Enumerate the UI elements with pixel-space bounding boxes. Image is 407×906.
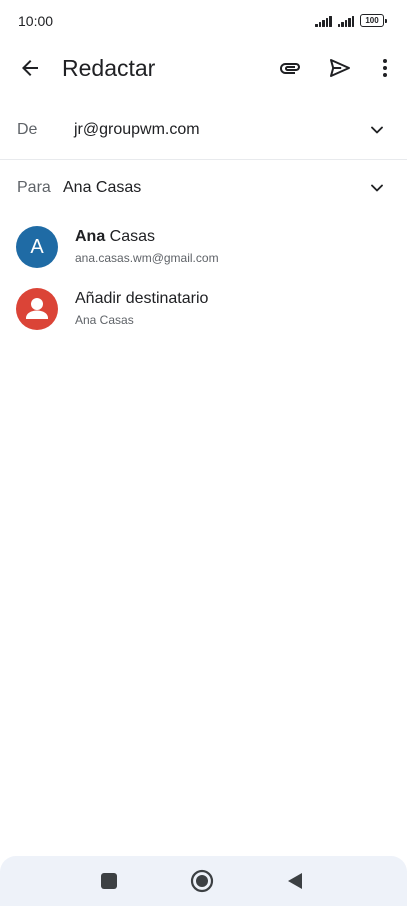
add-recipient-suggestion[interactable]: Añadir destinatario Ana Casas xyxy=(0,280,407,336)
page-title: Redactar xyxy=(62,55,156,81)
add-recipient-title: Añadir destinatario xyxy=(75,290,209,307)
more-vert-icon xyxy=(383,59,387,77)
send-icon xyxy=(330,59,350,77)
to-input[interactable]: Ana Casas xyxy=(63,179,141,197)
chevron-down-icon[interactable] xyxy=(367,120,387,140)
contact-email: ana.casas.wm@gmail.com xyxy=(75,251,219,265)
status-time: 10:00 xyxy=(18,13,54,29)
nav-back-button[interactable] xyxy=(280,866,310,896)
contact-name: Ana Casas xyxy=(75,228,155,246)
add-recipient-subtitle: Ana Casas xyxy=(75,313,134,327)
arrow-left-icon xyxy=(22,60,38,76)
battery-icon: 100 xyxy=(360,14,387,27)
system-nav-bar xyxy=(0,856,407,906)
contact-suggestion[interactable]: A Ana Casas ana.casas.wm@gmail.com xyxy=(0,218,407,274)
avatar-letter: A xyxy=(30,235,44,258)
contact-name-match: Ana xyxy=(75,228,106,245)
app-bar: Redactar xyxy=(0,44,407,92)
avatar: A xyxy=(16,226,58,268)
square-icon xyxy=(101,873,117,889)
from-label: De xyxy=(17,121,38,138)
recent-apps-button[interactable] xyxy=(94,866,124,896)
circle-icon xyxy=(190,869,214,893)
send-button[interactable] xyxy=(322,50,358,86)
from-row[interactable]: De jr@groupwm.com xyxy=(0,106,407,158)
more-options-button[interactable] xyxy=(367,50,403,86)
attach-button[interactable] xyxy=(272,50,308,86)
contact-name-rest: Casas xyxy=(105,228,156,245)
battery-level: 100 xyxy=(360,14,384,27)
from-value: jr@groupwm.com xyxy=(74,121,200,138)
home-button[interactable] xyxy=(187,866,217,896)
avatar xyxy=(16,288,58,330)
person-icon xyxy=(26,298,48,319)
triangle-icon xyxy=(288,873,302,889)
status-icons: 100 xyxy=(315,14,387,27)
divider xyxy=(0,159,407,160)
chevron-down-icon[interactable] xyxy=(367,178,387,198)
to-row[interactable]: Para Ana Casas xyxy=(0,164,407,214)
signal-icon xyxy=(315,15,332,27)
status-bar: 10:00 100 xyxy=(0,0,407,44)
back-button[interactable] xyxy=(12,50,48,86)
paperclip-icon xyxy=(280,63,300,74)
to-label: Para xyxy=(17,179,51,196)
signal-icon xyxy=(337,15,354,27)
